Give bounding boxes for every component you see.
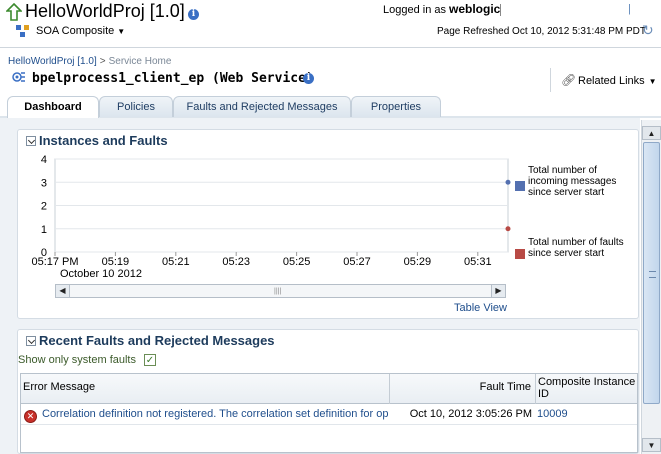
legend-swatch-incoming <box>515 181 525 191</box>
table-row[interactable]: ✕ Correlation definition not registered. … <box>21 404 637 425</box>
data-point-incoming <box>505 179 511 185</box>
soa-composite-label: SOA Composite <box>36 25 115 37</box>
scroll-right-arrow-icon[interactable]: ▶ <box>491 285 505 297</box>
scroll-up-arrow-icon[interactable]: ▲ <box>642 126 661 140</box>
x-tick-label: 05:23 <box>222 256 250 268</box>
page-refreshed-time: Page Refreshed Oct 10, 2012 5:31:48 PM P… <box>437 26 647 37</box>
instances-panel-header: Instances and Faults <box>26 133 168 148</box>
x-tick-label: 05:27 <box>343 256 371 268</box>
instances-faults-panel: Instances and Faults 4 3 2 1 0 05:17 PM 05:19 0… <box>17 129 639 319</box>
system-faults-filter-label: Show only system faults <box>18 354 136 366</box>
x-tick-label: 05:29 <box>404 256 432 268</box>
data-point-faults <box>505 226 511 232</box>
breadcrumb: HelloWorldProj [1.0] > Service Home <box>8 56 171 67</box>
page-vertical-scrollbar[interactable]: ▲ ▼ <box>641 120 661 454</box>
error-message-cell: ✕ Correlation definition not registered. … <box>24 404 388 425</box>
logged-in-label: Logged in as <box>383 4 446 16</box>
chevron-down-icon: ▼ <box>648 77 657 86</box>
x-tick-label: 05:25 <box>283 256 311 268</box>
y-tick-label: 1 <box>41 224 47 236</box>
table-view-link[interactable]: Table View <box>454 302 507 314</box>
x-tick-label: 05:17 PM <box>31 256 78 268</box>
scroll-grip-icon <box>649 271 656 278</box>
y-tick-label: 4 <box>41 154 47 166</box>
header-divider <box>500 4 501 16</box>
logged-in-info: Logged in as weblogic <box>383 2 500 16</box>
scroll-grip-icon: |||| <box>274 288 282 295</box>
x-tick-label: 05:31 <box>464 256 492 268</box>
recent-faults-panel: Recent Faults and Rejected Messages Show… <box>17 329 639 454</box>
tab-bar: Dashboard Policies Faults and Rejected M… <box>0 96 661 118</box>
chart-horizontal-scrollbar[interactable]: ◀ |||| ▶ <box>55 284 506 298</box>
page-title-text: bpelprocess1_client_ep (Web Service) <box>32 71 314 86</box>
up-arrow-icon[interactable] <box>6 3 22 21</box>
y-tick-label: 2 <box>41 201 47 213</box>
x-tick-label: 05:19 <box>102 256 130 268</box>
legend-label-incoming: Total number of incoming messages since … <box>528 165 617 198</box>
breadcrumb-separator: > <box>99 56 106 67</box>
x-date-label: October 10 2012 <box>60 268 142 280</box>
related-links-menu[interactable]: 🔗︎ Related Links ▼ <box>550 68 661 92</box>
y-tick-label: 3 <box>41 177 47 189</box>
scrollbar-thumb[interactable] <box>643 142 660 404</box>
tab-policies[interactable]: Policies <box>99 96 173 117</box>
system-faults-checkbox[interactable]: ✓ <box>144 354 156 366</box>
breadcrumb-project-link[interactable]: HelloWorldProj [1.0] <box>8 56 97 67</box>
instance-id-link[interactable]: 10009 <box>537 404 637 425</box>
collapse-icon[interactable] <box>26 336 36 346</box>
breadcrumb-current: Service Home <box>108 56 172 67</box>
x-tick-label: 05:21 <box>162 256 190 268</box>
fault-time-cell: Oct 10, 2012 3:05:26 PM <box>409 408 532 420</box>
soa-composite-menu[interactable]: SOA Composite ▼ <box>16 25 126 38</box>
column-header-error-message[interactable]: Error Message <box>21 374 390 404</box>
chain-link-icon: 🔗︎ <box>561 73 577 87</box>
refresh-icon[interactable]: ↻ <box>642 22 654 39</box>
page-header: HelloWorldProj [1.0] i SOA Composite ▼ Lo… <box>0 0 661 48</box>
tab-dashboard[interactable]: Dashboard <box>7 96 99 118</box>
legend-swatch-faults <box>515 249 525 259</box>
help-icon[interactable]: | <box>628 3 631 15</box>
tab-properties[interactable]: Properties <box>351 96 441 117</box>
composite-icon <box>16 25 29 38</box>
related-links-label: Related Links <box>578 75 645 87</box>
faults-panel-header: Recent Faults and Rejected Messages <box>26 333 275 348</box>
web-service-icon <box>12 72 25 82</box>
column-header-instance-id[interactable]: Composite Instance ID <box>536 374 637 404</box>
username[interactable]: weblogic <box>449 2 500 16</box>
error-message-link[interactable]: Correlation definition not registered. T… <box>42 408 388 420</box>
app-title: HelloWorldProj [1.0] <box>25 1 185 21</box>
page-info-icon[interactable]: i <box>303 73 314 84</box>
scroll-down-arrow-icon[interactable]: ▼ <box>642 438 661 452</box>
legend-label-faults: Total number of faults since server star… <box>528 237 624 259</box>
chevron-down-icon: ▼ <box>117 26 126 36</box>
instances-panel-title: Instances and Faults <box>39 133 168 148</box>
error-icon: ✕ <box>24 410 37 423</box>
faults-table-header: Error Message Fault Time Composite Insta… <box>21 374 637 404</box>
page-title: bpelprocess1_client_ep (Web Service) <box>12 70 314 86</box>
info-icon[interactable]: i <box>188 9 199 20</box>
collapse-icon[interactable] <box>26 136 36 146</box>
scroll-left-arrow-icon[interactable]: ◀ <box>56 285 70 297</box>
column-header-fault-time[interactable]: Fault Time <box>390 374 536 404</box>
tab-faults-rejected[interactable]: Faults and Rejected Messages <box>173 96 351 117</box>
faults-panel-title: Recent Faults and Rejected Messages <box>39 333 275 348</box>
faults-table: Error Message Fault Time Composite Insta… <box>20 373 638 453</box>
